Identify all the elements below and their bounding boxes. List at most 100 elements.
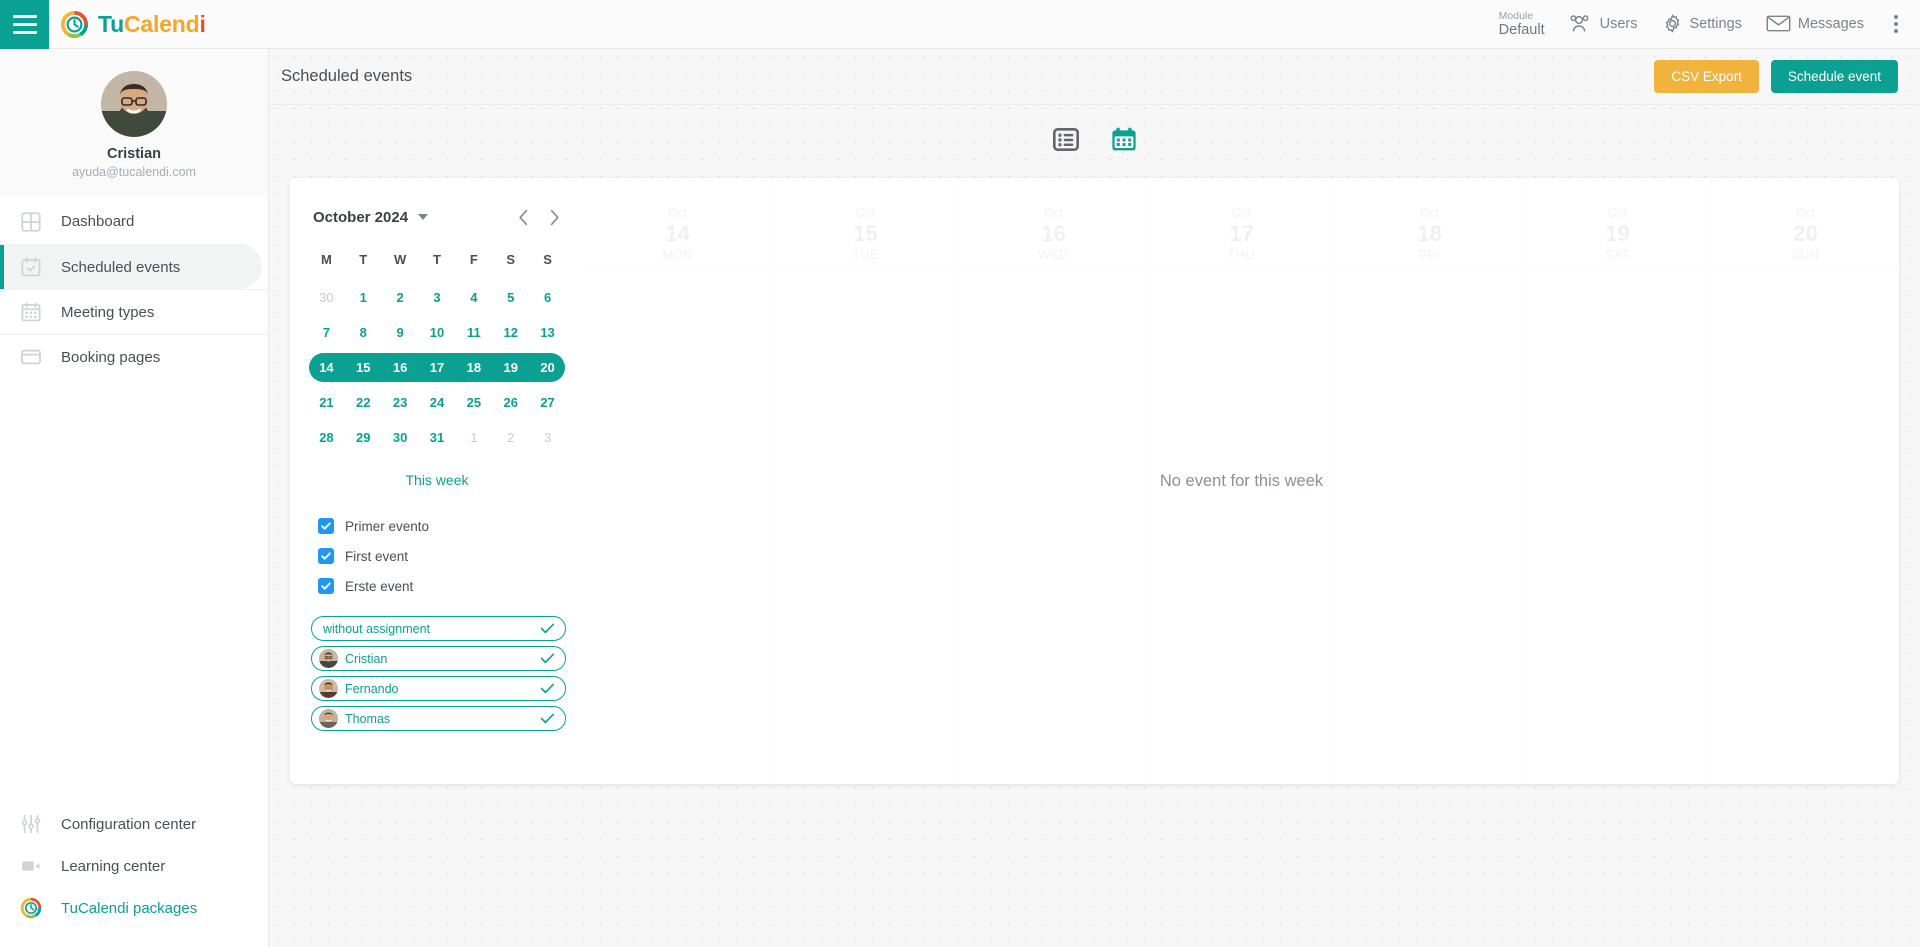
calendar-day[interactable]: 7 (308, 316, 345, 349)
event-filter-row[interactable]: Primer evento (318, 518, 566, 534)
csv-export-button[interactable]: CSV Export (1654, 60, 1759, 93)
schedule-event-button[interactable]: Schedule event (1770, 60, 1898, 93)
calendar-day[interactable]: 19 (492, 351, 529, 384)
day-name: TUE (852, 247, 879, 262)
day-divider (1336, 266, 1523, 267)
day-divider (960, 266, 1147, 267)
calendar-week-row[interactable]: 21 22 23 24 25 26 27 (308, 386, 566, 419)
calendar-day[interactable]: 26 (492, 386, 529, 419)
day-number: 19 (1605, 221, 1630, 246)
gear-icon (1665, 15, 1679, 33)
event-filter-row[interactable]: Erste event (318, 578, 566, 594)
day-column[interactable]: Oct 18 FRI (1335, 178, 1523, 784)
calendar-day[interactable]: 17 (419, 351, 456, 384)
calendar-day[interactable]: 1 (455, 421, 492, 454)
day-name: FRI (1418, 247, 1441, 262)
checkbox-checked[interactable] (318, 518, 334, 534)
calendar-day[interactable]: 30 (308, 281, 345, 314)
calendar-day[interactable]: 1 (345, 281, 382, 314)
calendar-day[interactable]: 13 (529, 316, 566, 349)
calendar-day[interactable]: 15 (345, 351, 382, 384)
user-filter-cristian[interactable]: Cristian (311, 646, 566, 671)
day-column[interactable]: Oct 16 WED (959, 178, 1147, 784)
calendar-day[interactable]: 22 (345, 386, 382, 419)
hamburger-bar (12, 22, 37, 26)
check-icon (540, 712, 555, 725)
day-month: Oct (1231, 206, 1252, 220)
user-filter-label: Fernando (345, 681, 399, 696)
calendar-day[interactable]: 9 (382, 316, 419, 349)
calendar-day[interactable]: 8 (345, 316, 382, 349)
nav-users[interactable]: Users (1569, 14, 1638, 34)
event-filter-label: Primer evento (345, 518, 430, 534)
nav-messages[interactable]: Messages (1766, 14, 1864, 33)
nav-settings-label: Settings (1689, 15, 1742, 32)
calendar-day[interactable]: 12 (492, 316, 529, 349)
calendar-week-row[interactable]: 7 8 9 10 11 12 13 (308, 316, 566, 349)
calendar-day[interactable]: 21 (308, 386, 345, 419)
chevron-down-icon[interactable] (418, 214, 429, 220)
nav-settings[interactable]: Settings (1662, 13, 1742, 34)
calendar-day[interactable]: 30 (382, 421, 419, 454)
calendar-day[interactable]: 14 (308, 351, 345, 384)
sidebar-item-booking-pages[interactable]: Booking pages (0, 334, 268, 379)
checkbox-checked[interactable] (318, 548, 334, 564)
checkbox-checked[interactable] (318, 578, 334, 594)
sidebar-item-configuration-center[interactable]: Configuration center (0, 803, 268, 845)
sidebar-item-learning-center[interactable]: Learning center (0, 845, 268, 887)
calendar-pane: October 2024 M T W T F S S 30 1 2 3 4 5 … (290, 178, 584, 784)
calendar-day[interactable]: 31 (419, 421, 456, 454)
calendar-day[interactable]: 10 (419, 316, 456, 349)
more-vertical-icon[interactable] (1888, 14, 1904, 33)
day-column[interactable]: Oct 17 THU (1147, 178, 1335, 784)
day-column[interactable]: Oct 19 SAT (1523, 178, 1711, 784)
calendar-day[interactable]: 3 (419, 281, 456, 314)
day-column[interactable]: Oct 15 TUE (771, 178, 959, 784)
calendar-day[interactable]: 18 (455, 351, 492, 384)
sidebar-item-dashboard[interactable]: Dashboard (0, 199, 268, 244)
sidebar-bottom-nav: Configuration center Learning center TuC… (0, 803, 268, 929)
calendar-day[interactable]: 23 (382, 386, 419, 419)
calendar-week-row[interactable]: 30 1 2 3 4 5 6 (308, 281, 566, 314)
list-view-icon[interactable] (1052, 127, 1079, 151)
event-filter-row[interactable]: First event (318, 548, 566, 564)
day-name: THU (1228, 247, 1255, 262)
module-selector[interactable]: Module Default (1499, 10, 1545, 39)
sidebar-item-tucalendi-packages[interactable]: TuCalendi packages (0, 887, 268, 929)
calendar-month-label[interactable]: October 2024 (313, 209, 408, 226)
hamburger-bar (12, 14, 37, 18)
sidebar-item-scheduled-events[interactable]: Scheduled events (0, 244, 262, 289)
calendar-day[interactable]: 28 (308, 421, 345, 454)
calendar-day[interactable]: 11 (455, 316, 492, 349)
calendar-day[interactable]: 24 (419, 386, 456, 419)
sidebar-item-meeting-types[interactable]: Meeting types (0, 289, 268, 334)
user-filter-thomas[interactable]: Thomas (311, 706, 566, 731)
calendar-day[interactable]: 3 (529, 421, 566, 454)
calendar-day[interactable]: 27 (529, 386, 566, 419)
hamburger-menu-icon[interactable] (0, 0, 49, 49)
day-column[interactable]: Oct 14 MON (584, 178, 771, 784)
calendar-week-row-selected[interactable]: 14 15 16 17 18 19 20 (308, 351, 566, 384)
calendar-day[interactable]: 2 (382, 281, 419, 314)
chevron-left-icon[interactable] (518, 209, 529, 226)
user-avatar[interactable] (101, 71, 167, 137)
user-filter-fernando[interactable]: Fernando (311, 676, 566, 701)
calendar-week-row[interactable]: 28 29 30 31 1 2 3 (308, 421, 566, 454)
calendar-day[interactable]: 20 (529, 351, 566, 384)
brand-logo-link[interactable]: TuCalendi (60, 10, 206, 39)
avatar (319, 649, 338, 668)
calendar-day[interactable]: 25 (455, 386, 492, 419)
day-column[interactable]: Oct 20 SUN (1711, 178, 1899, 784)
calendar-day[interactable]: 16 (382, 351, 419, 384)
calendar-day[interactable]: 2 (492, 421, 529, 454)
day-divider (1712, 266, 1899, 267)
this-week-link[interactable]: This week (308, 472, 566, 488)
calendar-day[interactable]: 5 (492, 281, 529, 314)
calendar-day[interactable]: 4 (455, 281, 492, 314)
calendar-day[interactable]: 6 (529, 281, 566, 314)
calendar-view-icon[interactable] (1111, 127, 1137, 152)
dow-label: S (543, 252, 552, 267)
chevron-right-icon[interactable] (549, 209, 560, 226)
calendar-day[interactable]: 29 (345, 421, 382, 454)
user-filter-without-assignment[interactable]: without assignment (311, 616, 566, 641)
